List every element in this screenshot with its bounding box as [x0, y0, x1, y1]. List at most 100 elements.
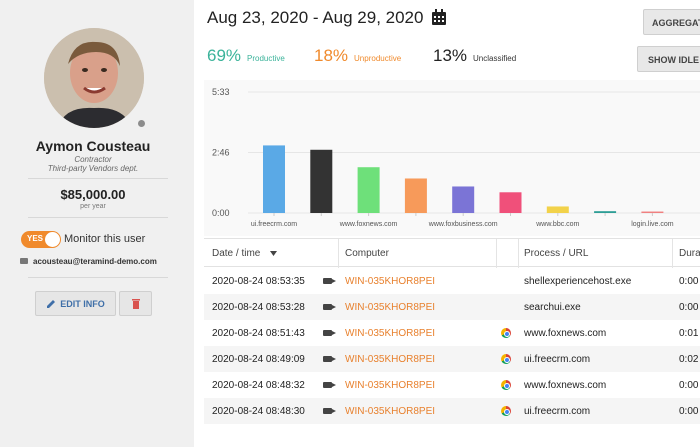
table-row[interactable]: 2020-08-24 08:48:32 WIN-035KHOR8PEI www.fo…: [204, 372, 700, 398]
chart-bar[interactable]: [499, 192, 522, 213]
avatar: [44, 28, 144, 128]
cell-duration: 0:00: [679, 302, 699, 313]
user-sidebar: Aymon Cousteau Contractor Third-party Ve…: [0, 0, 194, 447]
cell-computer: WIN-035KHOR8PEI: [345, 380, 436, 391]
user-name: Aymon Cousteau: [35, 138, 151, 154]
salary-period: per year: [80, 203, 106, 210]
divider: [28, 178, 168, 179]
stat-unclassified: 13% Unclassified: [433, 46, 516, 66]
pencil-icon: [47, 299, 56, 308]
chrome-icon: [501, 354, 511, 364]
chart-bar[interactable]: [310, 149, 333, 213]
cell-process: ui.freecrm.com: [524, 406, 591, 417]
divider: [28, 277, 168, 278]
user-department: Third-party Vendors dept.: [47, 164, 139, 173]
video-camera-icon[interactable]: [323, 330, 336, 336]
calendar-icon[interactable]: [431, 9, 447, 31]
cell-duration: 0:01: [679, 328, 699, 339]
x-tick-label: www.foxbusiness.com: [428, 221, 498, 228]
video-camera-icon[interactable]: [323, 382, 336, 388]
cell-datetime: 2020-08-24 08:48:30: [212, 406, 305, 417]
chart-bar[interactable]: [357, 167, 380, 213]
stat-productive-label: Productive: [247, 54, 285, 63]
y-tick-label: 0:00: [212, 208, 230, 218]
x-tick-label: www.foxnews.com: [339, 221, 398, 228]
cell-process: www.foxnews.com: [524, 380, 607, 391]
stat-unclassified-value: 13%: [433, 46, 468, 65]
edit-info-button[interactable]: EDIT INFO: [35, 291, 116, 316]
cell-datetime: 2020-08-24 08:49:09: [212, 354, 305, 365]
chart-bar[interactable]: [594, 211, 617, 213]
cell-datetime: 2020-08-24 08:51:43: [212, 328, 305, 339]
table-row[interactable]: 2020-08-24 08:53:35 WIN-035KHOR8PEI shelle…: [204, 268, 700, 294]
cell-datetime: 2020-08-24 08:53:35: [212, 276, 305, 287]
chart-bar[interactable]: [546, 206, 569, 213]
table-row[interactable]: 2020-08-24 08:51:43 WIN-035KHOR8PEI www.fo…: [204, 320, 700, 346]
toggle-knob: [45, 232, 60, 247]
chart-bar[interactable]: [641, 211, 664, 213]
video-camera-icon[interactable]: [323, 304, 336, 310]
cell-computer: WIN-035KHOR8PEI: [345, 302, 436, 313]
monitor-toggle[interactable]: YES: [21, 231, 61, 248]
cell-computer: WIN-035KHOR8PEI: [345, 328, 436, 339]
cell-duration: 0:00: [679, 276, 699, 287]
cell-duration: 0:00: [679, 406, 699, 417]
cell-computer: WIN-035KHOR8PEI: [345, 354, 436, 365]
cell-process: shellexperiencehost.exe: [524, 276, 632, 287]
activity-chart: 5:33 2:46 0:00 ui.freecrm.com www.foxnews.co…: [204, 80, 700, 236]
email-icon: [20, 258, 28, 264]
video-camera-icon[interactable]: [323, 408, 336, 414]
x-tick-label: ui.freecrm.com: [251, 221, 297, 228]
chart-bar[interactable]: [404, 178, 427, 213]
cell-process: searchui.exe: [524, 302, 581, 313]
column-header-process[interactable]: Process / URL: [524, 248, 588, 259]
chart-bar[interactable]: [452, 186, 475, 213]
chrome-icon: [501, 406, 511, 416]
chrome-icon: [501, 380, 511, 390]
x-tick-label: login.live.com: [631, 221, 674, 228]
chart-bar[interactable]: [263, 145, 285, 213]
sort-down-icon[interactable]: [270, 251, 277, 256]
stat-unproductive: 18% Unproductive: [314, 46, 401, 66]
aggregate-button[interactable]: AGGREGAT: [643, 9, 700, 35]
user-role: Contractor: [74, 155, 112, 164]
chrome-icon: [501, 328, 511, 338]
cell-duration: 0:02: [679, 354, 699, 365]
stat-unproductive-value: 18%: [314, 46, 349, 65]
monitor-toggle-label: YES: [27, 234, 44, 243]
trash-icon: [131, 299, 140, 309]
cell-process: www.foxnews.com: [524, 328, 607, 339]
column-header-duration[interactable]: Dura: [679, 248, 700, 259]
status-indicator: [137, 119, 146, 128]
user-email: acousteau@teramind-demo.com: [33, 257, 157, 266]
table-header: Date / time Computer Process / URL Dura: [204, 238, 700, 268]
column-separator: [518, 239, 519, 268]
table-row[interactable]: 2020-08-24 08:48:30 WIN-035KHOR8PEI ui.fre…: [204, 398, 700, 424]
y-tick-label: 5:33: [212, 87, 230, 97]
table-row[interactable]: 2020-08-24 08:53:28 WIN-035KHOR8PEI search…: [204, 294, 700, 320]
column-header-datetime[interactable]: Date / time: [212, 248, 260, 259]
monitor-label: Monitor this user: [64, 233, 146, 245]
column-separator: [672, 239, 673, 268]
x-tick-label: www.bbc.com: [535, 221, 579, 228]
date-range[interactable]: Aug 23, 2020 - Aug 29, 2020: [207, 8, 423, 28]
stat-unclassified-label: Unclassified: [473, 54, 517, 63]
cell-computer: WIN-035KHOR8PEI: [345, 406, 436, 417]
y-tick-label: 2:46: [212, 148, 230, 158]
column-separator: [338, 239, 339, 268]
column-separator: [496, 239, 497, 268]
cell-duration: 0:00: [679, 380, 699, 391]
video-camera-icon[interactable]: [323, 278, 336, 284]
divider: [28, 217, 168, 218]
delete-button[interactable]: [119, 291, 152, 316]
edit-info-label: EDIT INFO: [60, 298, 105, 309]
show-idle-button[interactable]: SHOW IDLE: [637, 46, 700, 72]
activity-chart-svg: 5:33 2:46 0:00 ui.freecrm.com www.foxnews.co…: [212, 87, 700, 228]
salary: $85,000.00: [60, 187, 126, 202]
video-camera-icon[interactable]: [323, 356, 336, 362]
stat-productive-value: 69%: [207, 46, 242, 65]
table-row[interactable]: 2020-08-24 08:49:09 WIN-035KHOR8PEI ui.fre…: [204, 346, 700, 372]
column-header-computer[interactable]: Computer: [345, 248, 389, 259]
cell-datetime: 2020-08-24 08:53:28: [212, 302, 305, 313]
stat-productive: 69% Productive: [207, 46, 285, 66]
